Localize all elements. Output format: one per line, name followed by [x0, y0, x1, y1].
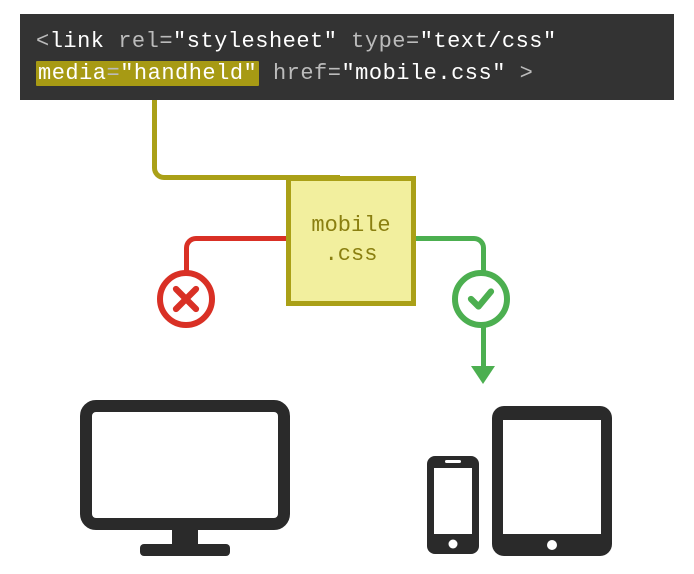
- code-val-media: "handheld": [120, 61, 257, 86]
- desktop-monitor-icon: [80, 400, 290, 565]
- connector-olive-corner: [152, 160, 172, 180]
- code-val-href: "mobile.css": [341, 61, 505, 86]
- tablet-icon: [490, 404, 614, 563]
- code-block: <link rel="stylesheet" type="text/css" m…: [20, 14, 674, 100]
- arrow-down-icon: [471, 366, 495, 384]
- code-close: >: [520, 61, 534, 86]
- check-icon: [466, 284, 496, 314]
- code-tagname: link: [50, 29, 105, 54]
- file-label-line2: .css: [311, 241, 390, 270]
- cross-icon: [171, 284, 201, 314]
- smartphone-icon: [425, 454, 481, 561]
- code-val-type: "text/css": [420, 29, 557, 54]
- file-label-line1: mobile: [311, 212, 390, 241]
- code-open: <: [36, 29, 50, 54]
- code-attr-media: media: [38, 61, 107, 86]
- connector-green-horiz: [416, 236, 470, 241]
- code-highlight-media: media="handheld": [36, 61, 259, 86]
- code-attr-href: href: [273, 61, 328, 86]
- code-attr-rel: rel: [118, 29, 159, 54]
- code-attr-type: type: [351, 29, 406, 54]
- connector-green-vert2: [481, 326, 486, 368]
- connector-red-horiz: [200, 236, 286, 241]
- file-box: mobile .css: [286, 176, 416, 306]
- connector-olive-vert: [152, 100, 157, 166]
- status-accepted-icon: [452, 270, 510, 328]
- status-rejected-icon: [157, 270, 215, 328]
- code-val-rel: "stylesheet": [173, 29, 337, 54]
